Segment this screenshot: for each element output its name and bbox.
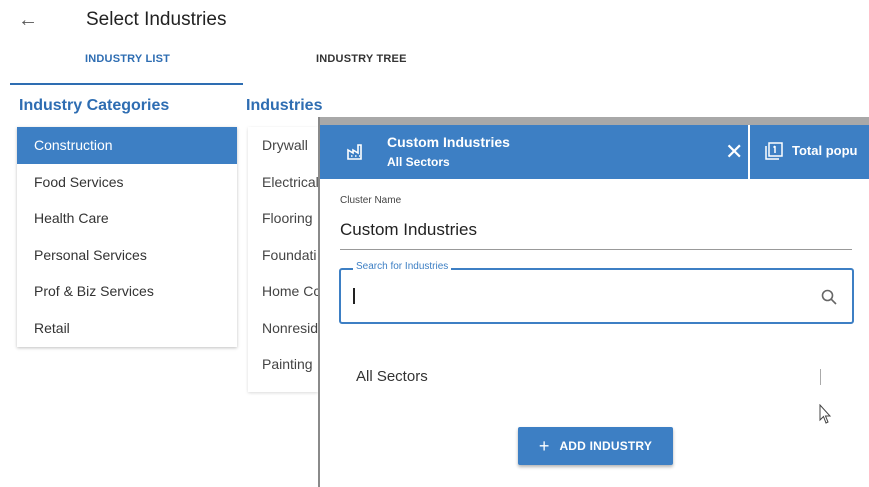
category-item-construction[interactable]: Construction xyxy=(17,127,237,164)
search-label: Search for Industries xyxy=(353,261,452,272)
dialog-header: Custom Industries All Sectors ✕ Total po… xyxy=(320,125,869,179)
category-item-retail[interactable]: Retail xyxy=(17,310,237,347)
cluster-name-label: Cluster Name xyxy=(340,195,402,206)
close-icon[interactable]: ✕ xyxy=(725,141,743,163)
search-input[interactable] xyxy=(339,268,854,324)
custom-industries-dialog: Custom Industries All Sectors ✕ Total po… xyxy=(320,125,869,487)
category-item-personal-services[interactable]: Personal Services xyxy=(17,237,237,274)
add-industry-button[interactable]: + ADD INDUSTRY xyxy=(518,427,673,465)
industry-item[interactable]: Painting xyxy=(248,346,318,383)
industry-item[interactable]: Foundati xyxy=(248,237,318,274)
active-tab-indicator xyxy=(10,83,243,85)
text-caret xyxy=(353,288,355,304)
industry-list: Drywall Electrical Flooring Foundati Hom… xyxy=(248,127,318,392)
dialog-title: Custom Industries xyxy=(387,134,510,150)
cluster-name-field[interactable]: Custom Industries xyxy=(340,220,477,240)
search-icon[interactable] xyxy=(820,288,838,306)
industry-item[interactable]: Electrical xyxy=(248,164,318,201)
category-list: Construction Food Services Health Care P… xyxy=(17,127,237,347)
industry-item[interactable]: Nonresid xyxy=(248,310,318,347)
category-item-food-services[interactable]: Food Services xyxy=(17,164,237,201)
tab-industry-list[interactable]: INDUSTRY LIST xyxy=(85,53,170,65)
header-separator xyxy=(748,125,750,179)
category-item-health-care[interactable]: Health Care xyxy=(17,200,237,237)
page-title: Select Industries xyxy=(86,9,227,30)
dialog-top-shadow xyxy=(318,117,869,125)
mouse-cursor-icon xyxy=(817,403,833,426)
dialog-subtitle: All Sectors xyxy=(387,155,450,169)
sector-item[interactable]: All Sectors xyxy=(356,368,428,385)
scroll-tick xyxy=(820,369,821,385)
category-item-prof-biz-services[interactable]: Prof & Biz Services xyxy=(17,273,237,310)
industries-heading: Industries xyxy=(246,97,323,114)
industry-item[interactable]: Flooring xyxy=(248,200,318,237)
total-population-label: Total popu xyxy=(792,143,858,158)
counter-icon xyxy=(765,142,783,160)
categories-heading: Industry Categories xyxy=(19,97,170,114)
industry-item[interactable]: Drywall xyxy=(248,127,318,164)
add-industry-label: ADD INDUSTRY xyxy=(559,439,653,453)
factory-icon xyxy=(346,141,366,161)
back-arrow-icon[interactable]: ← xyxy=(18,10,38,30)
cluster-name-underline xyxy=(340,249,852,250)
tab-industry-tree[interactable]: INDUSTRY TREE xyxy=(316,53,407,65)
plus-icon: + xyxy=(538,436,550,456)
industry-item[interactable]: Home Cc xyxy=(248,273,318,310)
